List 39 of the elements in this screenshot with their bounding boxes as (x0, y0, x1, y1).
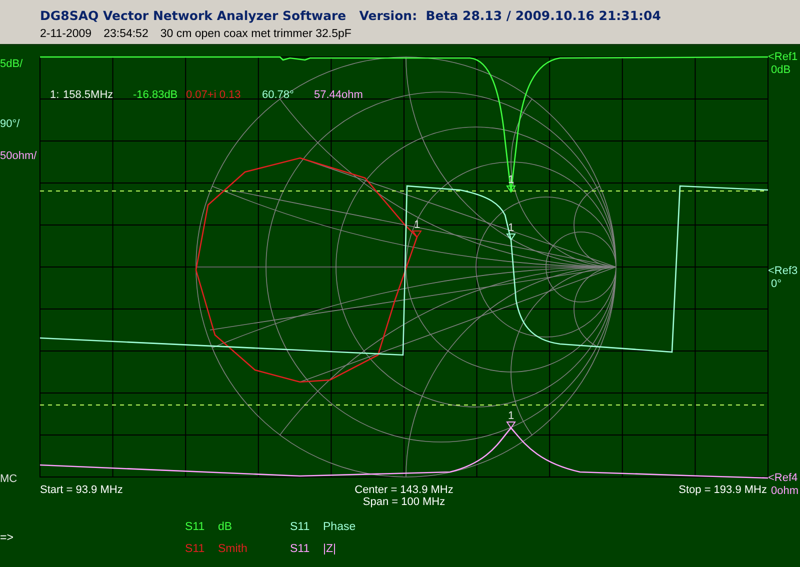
reference-label: <Ref1 (768, 51, 798, 63)
reference-label: <Ref4 (768, 472, 798, 484)
marker-number: 1: (50, 89, 60, 101)
scale-label: 50ohm/ (0, 150, 37, 162)
legend-format: Smith (218, 542, 248, 554)
marker-value: 0.07+i 0.13 (186, 89, 241, 101)
time-text: 23:54:52 (104, 28, 148, 40)
reference-value: 0dB (771, 64, 791, 76)
reference-value: 0° (771, 278, 782, 290)
mode-label: MC (0, 473, 18, 485)
marker-label: 1 (508, 174, 514, 186)
date-text: 2-11-2009 (40, 28, 92, 40)
center-frequency: Center = 143.9 MHz (354, 484, 454, 496)
start-frequency: Start = 93.9 MHz (40, 484, 123, 496)
marker-triangle-icon (412, 230, 422, 238)
legend-parameter: S11 (290, 542, 311, 554)
marker-frequency: 158.5MHz (63, 89, 114, 101)
legend-format: |Z| (323, 542, 337, 554)
marker-triangle-icon (506, 422, 516, 429)
stop-frequency: Stop = 193.9 MHz (678, 484, 767, 496)
span-frequency: Span = 100 MHz (362, 496, 446, 508)
marker-triangle-icon (506, 186, 516, 193)
marker-value: 57.44ohm (314, 89, 363, 101)
reference-value: 0ohm (771, 485, 799, 497)
reference-label: <Ref3 (768, 265, 798, 277)
marker-label: 1 (508, 410, 514, 422)
legend-parameter: S11 (290, 520, 311, 532)
marker-value: -16.83dB (133, 89, 178, 101)
description-text: 30 cm open coax met trimmer 32.5pF (160, 28, 352, 40)
legend-format: Phase (323, 520, 357, 532)
legend-parameter: S11 (185, 520, 206, 532)
marker-label: 1 (508, 222, 514, 234)
window-title: DG8SAQ Vector Network Analyzer Software Version: Beta 28.13 / 2009.10.16 21:31:04 (40, 8, 662, 24)
command-prompt: => (0, 532, 14, 544)
scale-label: 5dB/ (0, 58, 23, 70)
scale-label: 90°/ (0, 118, 20, 130)
legend-parameter: S11 (185, 542, 206, 554)
legend-format: dB (218, 520, 234, 532)
marker-triangle-icon (506, 234, 516, 241)
